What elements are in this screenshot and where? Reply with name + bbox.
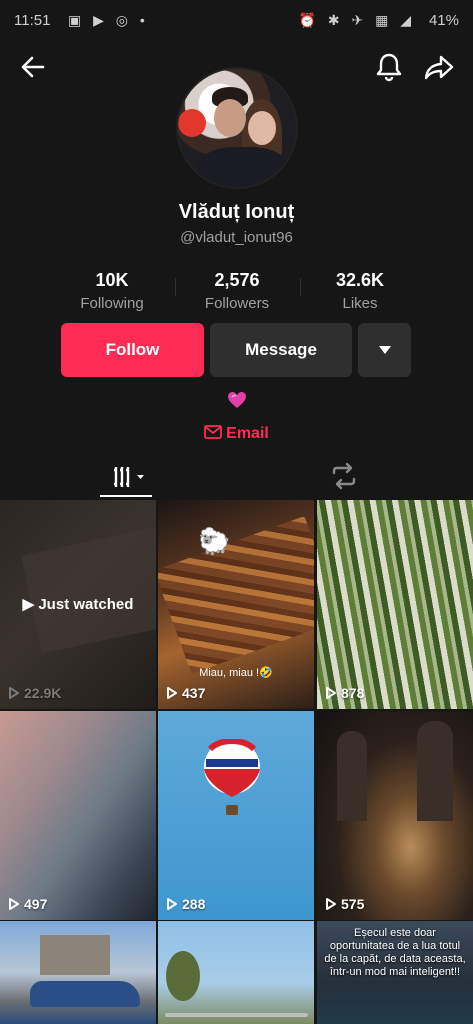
heart-emoji-icon bbox=[228, 392, 246, 408]
bell-icon bbox=[376, 53, 402, 82]
video-thumb-shape bbox=[166, 951, 200, 1001]
play-outline-icon bbox=[9, 687, 19, 699]
avatar-heart-balloon bbox=[178, 109, 206, 137]
stat-followers-label: Followers bbox=[204, 295, 270, 312]
video-tile-8[interactable] bbox=[158, 921, 314, 1024]
stat-followers-value: 2,576 bbox=[214, 270, 260, 290]
avatar-face-2 bbox=[248, 111, 276, 145]
battery-level: 41% bbox=[428, 12, 459, 29]
stat-followers[interactable]: 2,576 Followers bbox=[172, 270, 302, 312]
stat-likes-label: Likes bbox=[342, 295, 378, 312]
video-tile-3[interactable]: 878 bbox=[317, 500, 473, 709]
just-watched-label: ▶ Just watched bbox=[0, 595, 156, 613]
video-thumb-shape bbox=[158, 515, 314, 675]
share-button[interactable] bbox=[422, 50, 456, 84]
play-outline-icon bbox=[9, 898, 19, 910]
video-views-count: 878 bbox=[341, 685, 365, 701]
video-views: 288 bbox=[166, 896, 205, 912]
stat-likes-value: 32.6K bbox=[335, 270, 385, 290]
repost-icon bbox=[332, 462, 356, 490]
play-outline-icon bbox=[326, 898, 336, 910]
status-time: 11:51 bbox=[14, 12, 51, 29]
profile-username: @vladut_ionut96 bbox=[180, 229, 293, 246]
active-tab-indicator bbox=[100, 495, 152, 497]
arrow-left-icon bbox=[21, 56, 45, 78]
video-views-count: 437 bbox=[182, 685, 206, 701]
video-tile-7[interactable] bbox=[0, 921, 156, 1024]
profile-display-name: Vlăduț Ionuț bbox=[178, 201, 295, 223]
message-button[interactable]: Message bbox=[210, 323, 352, 377]
suggested-accounts-button[interactable] bbox=[358, 323, 411, 377]
video-views: 497 bbox=[8, 896, 47, 912]
profile-avatar[interactable] bbox=[178, 69, 296, 187]
sheep-emoji-icon: 🐑 bbox=[198, 526, 231, 556]
video-views-count: 497 bbox=[24, 896, 48, 912]
video-views-count: 22.9K bbox=[24, 685, 62, 701]
video-tile-4[interactable]: 497 bbox=[0, 711, 156, 920]
video-views-count: 575 bbox=[341, 896, 365, 912]
video-tile-1[interactable]: ▶ Just watched 22.9K bbox=[0, 500, 156, 709]
tab-videos[interactable] bbox=[100, 455, 152, 497]
video-tile-5[interactable]: 288 bbox=[158, 711, 314, 920]
play-outline-icon bbox=[167, 687, 177, 699]
video-views: 22.9K bbox=[8, 685, 61, 701]
home-indicator bbox=[165, 1013, 308, 1017]
video-overlay-text: Eșecul este doar oportunitatea de a lua … bbox=[324, 927, 466, 978]
video-thumb-shape bbox=[337, 731, 367, 821]
video-views: 878 bbox=[325, 685, 364, 701]
stat-following-value: 10K bbox=[95, 270, 129, 290]
status-bar: 11:51 ▣ ▶ ◎ • ⏰ ✱ ✈ ▦ ◢ 41% bbox=[0, 0, 473, 44]
hot-air-balloon-icon bbox=[204, 739, 260, 815]
stat-following[interactable]: 10K Following bbox=[47, 270, 177, 312]
notification-bell-button[interactable] bbox=[372, 50, 406, 84]
video-tile-9[interactable]: Eșecul este doar oportunitatea de a lua … bbox=[317, 921, 473, 1024]
play-outline-icon bbox=[167, 898, 177, 910]
back-button[interactable] bbox=[16, 50, 50, 84]
play-small-icon: ▶ bbox=[22, 596, 35, 613]
play-outline-icon bbox=[326, 687, 336, 699]
video-views-count: 288 bbox=[182, 896, 206, 912]
video-tile-2[interactable]: 🐑 Miau, miau !🤣 437 bbox=[158, 500, 314, 709]
video-views: 575 bbox=[325, 896, 364, 912]
system-icons: ⏰ ✱ ✈ ▦ ◢ bbox=[298, 12, 415, 28]
share-icon bbox=[424, 55, 454, 80]
notification-icons: ▣ ▶ ◎ • bbox=[68, 12, 149, 28]
video-tile-6[interactable]: 575 bbox=[317, 711, 473, 920]
avatar-face bbox=[214, 99, 246, 137]
just-watched-text: Just watched bbox=[38, 596, 134, 613]
email-label: Email bbox=[226, 425, 269, 442]
avatar-body bbox=[198, 147, 288, 187]
video-views: 437 bbox=[166, 685, 205, 701]
grid-icon bbox=[114, 467, 144, 487]
video-thumb-shape bbox=[21, 526, 156, 654]
stat-likes[interactable]: 32.6K Likes bbox=[295, 270, 425, 312]
tab-reposts[interactable] bbox=[318, 455, 370, 497]
video-thumb-shape bbox=[30, 981, 140, 1007]
mail-icon bbox=[204, 425, 223, 439]
follow-button[interactable]: Follow bbox=[61, 323, 204, 377]
video-thumb-shape bbox=[417, 721, 453, 821]
video-caption: Miau, miau !🤣 bbox=[199, 667, 273, 679]
email-link[interactable]: Email bbox=[0, 425, 473, 443]
stat-following-label: Following bbox=[80, 295, 144, 312]
video-thumb-shape bbox=[40, 935, 110, 975]
caret-down-icon bbox=[378, 346, 391, 354]
